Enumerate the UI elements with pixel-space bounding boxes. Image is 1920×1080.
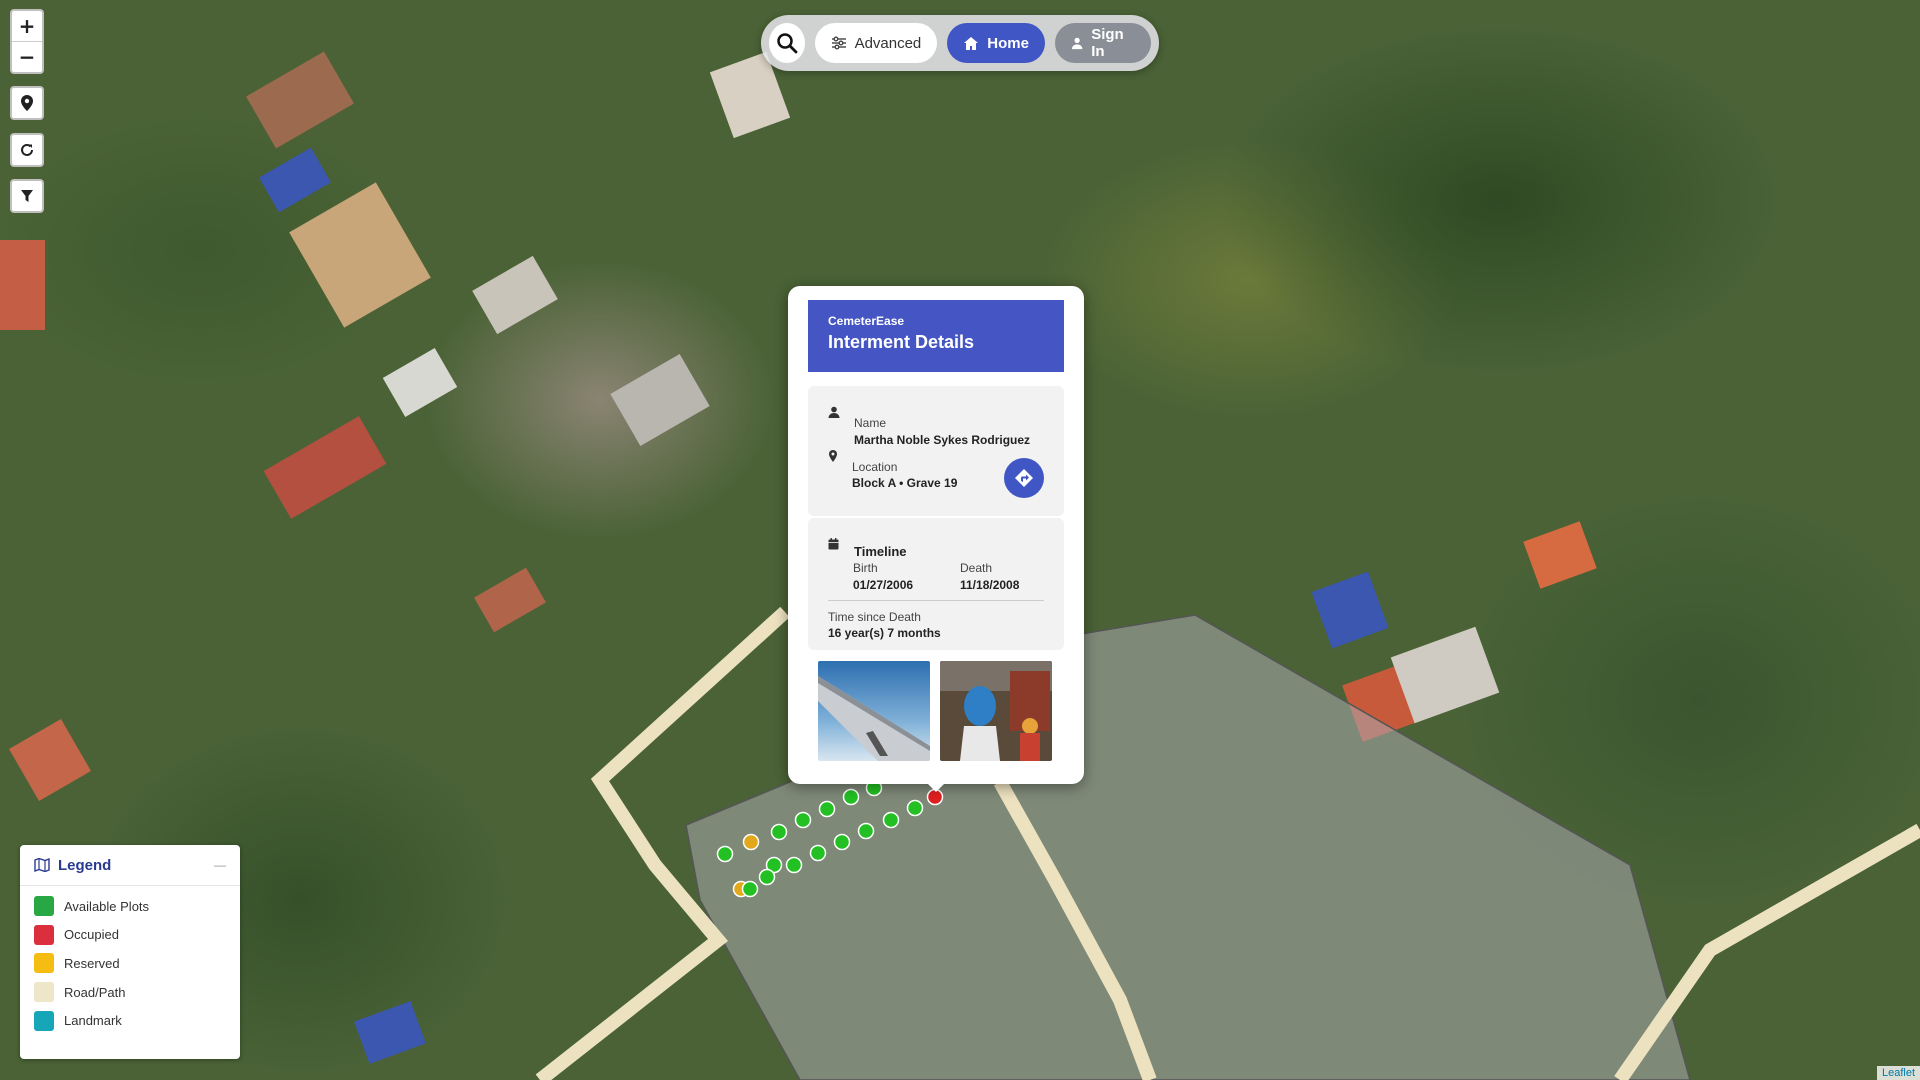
grave-plot-available[interactable] bbox=[818, 800, 836, 818]
legend-list: Available Plots Occupied Reserved Road/P… bbox=[20, 886, 240, 1035]
popup-title: Interment Details bbox=[828, 332, 975, 352]
zoom-in-button[interactable]: + bbox=[12, 11, 42, 42]
grave-plot-reserved[interactable] bbox=[742, 833, 760, 851]
grave-plot-available[interactable] bbox=[906, 799, 924, 817]
photo-thumbnail[interactable] bbox=[818, 661, 930, 761]
time-since-death-label: Time since Death bbox=[828, 610, 921, 624]
legend-item-reserved: Reserved bbox=[20, 949, 240, 978]
sign-in-label: Sign In bbox=[1091, 26, 1124, 60]
popup-tip bbox=[924, 780, 948, 792]
legend-item-occupied: Occupied bbox=[20, 921, 240, 950]
map-pin-icon bbox=[21, 95, 33, 111]
legend-swatch bbox=[34, 953, 54, 974]
legend-swatch bbox=[34, 896, 54, 917]
legend-item-landmark: Landmark bbox=[20, 1006, 240, 1035]
birth-label: Birth bbox=[853, 561, 878, 575]
zoom-out-button[interactable]: − bbox=[12, 42, 42, 72]
filter-control bbox=[10, 179, 44, 213]
name-label: Name bbox=[854, 416, 887, 430]
refresh-button[interactable] bbox=[12, 135, 42, 165]
legend-label: Reserved bbox=[64, 955, 120, 971]
legend-label: Landmark bbox=[64, 1013, 122, 1029]
advanced-search-button[interactable]: Advanced bbox=[814, 23, 938, 63]
legend-panel: Legend — Available Plots Occupied Reserv… bbox=[20, 845, 240, 1059]
locate-control bbox=[10, 86, 44, 120]
legend-swatch bbox=[34, 982, 54, 1003]
name-value: Martha Noble Sykes Rodriguez bbox=[854, 433, 1031, 447]
details-card: Name Martha Noble Sykes Rodriguez Locati… bbox=[808, 386, 1064, 516]
grave-plot-available[interactable] bbox=[809, 844, 827, 862]
grave-plot-available[interactable] bbox=[741, 880, 759, 898]
refresh-icon bbox=[21, 143, 33, 156]
festival-photo bbox=[940, 661, 1052, 761]
legend-item-available: Available Plots bbox=[20, 892, 240, 921]
photo-thumbnail[interactable] bbox=[940, 661, 1052, 761]
legend-collapse-button[interactable]: — bbox=[214, 858, 226, 872]
person-icon bbox=[828, 406, 840, 418]
map-attribution[interactable]: Leaflet bbox=[1876, 1066, 1920, 1080]
brand-name: CemeterEase bbox=[828, 314, 905, 328]
grave-plot-available[interactable] bbox=[882, 811, 900, 829]
legend-swatch bbox=[34, 924, 54, 945]
timeline-label: Timeline bbox=[854, 544, 907, 559]
legend-title: Legend bbox=[58, 856, 112, 874]
grave-plot-available[interactable] bbox=[794, 811, 812, 829]
location-value: Block A • Grave 19 bbox=[852, 476, 958, 490]
time-since-death-value: 16 year(s) 7 months bbox=[828, 626, 941, 640]
legend-label: Occupied bbox=[64, 927, 119, 943]
home-label: Home bbox=[987, 34, 1029, 52]
grave-plot-available[interactable] bbox=[785, 856, 803, 874]
legend-label: Road/Path bbox=[64, 984, 126, 1000]
grave-plot-available[interactable] bbox=[758, 868, 776, 886]
location-label: Location bbox=[852, 460, 898, 474]
divider bbox=[828, 600, 1044, 601]
grave-plot-available[interactable] bbox=[833, 833, 851, 851]
directions-button[interactable] bbox=[1004, 458, 1044, 498]
grave-plot-available[interactable] bbox=[842, 788, 860, 806]
filter-icon bbox=[21, 190, 33, 202]
interment-popup: CemeterEase Interment Details Name Marth… bbox=[788, 286, 1084, 784]
death-label: Death bbox=[960, 561, 993, 575]
sign-in-button[interactable]: Sign In bbox=[1054, 23, 1151, 63]
top-toolbar: Advanced Home Sign In bbox=[761, 15, 1159, 71]
birth-value: 01/27/2006 bbox=[853, 578, 914, 592]
legend-item-road: Road/Path bbox=[20, 978, 240, 1007]
grave-plot-available[interactable] bbox=[716, 845, 734, 863]
grave-plot-available[interactable] bbox=[857, 822, 875, 840]
popup-header: CemeterEase Interment Details bbox=[808, 300, 1064, 372]
search-icon bbox=[777, 33, 798, 54]
zoom-control: + − bbox=[10, 9, 44, 74]
directions-icon bbox=[1015, 469, 1033, 487]
death-value: 11/18/2008 bbox=[960, 578, 1020, 592]
filter-button[interactable] bbox=[12, 181, 42, 211]
home-button[interactable]: Home bbox=[947, 23, 1045, 63]
grave-plot-available[interactable] bbox=[770, 823, 788, 841]
calendar-icon bbox=[828, 538, 839, 550]
legend-label: Available Plots bbox=[64, 898, 150, 914]
locate-button[interactable] bbox=[12, 88, 42, 118]
user-icon bbox=[1071, 37, 1083, 50]
legend-swatch bbox=[34, 1010, 54, 1031]
location-pin-icon bbox=[829, 450, 837, 462]
search-button[interactable] bbox=[769, 23, 805, 63]
home-icon bbox=[964, 36, 979, 50]
legend-header: Legend — bbox=[20, 845, 240, 886]
sliders-icon bbox=[831, 36, 846, 50]
refresh-control bbox=[10, 133, 44, 167]
advanced-label: Advanced bbox=[854, 34, 922, 52]
airplane-wing-photo bbox=[818, 661, 930, 761]
map-icon bbox=[34, 858, 50, 872]
timeline-card: Timeline Birth 01/27/2006 Death 11/18/20… bbox=[808, 518, 1064, 650]
